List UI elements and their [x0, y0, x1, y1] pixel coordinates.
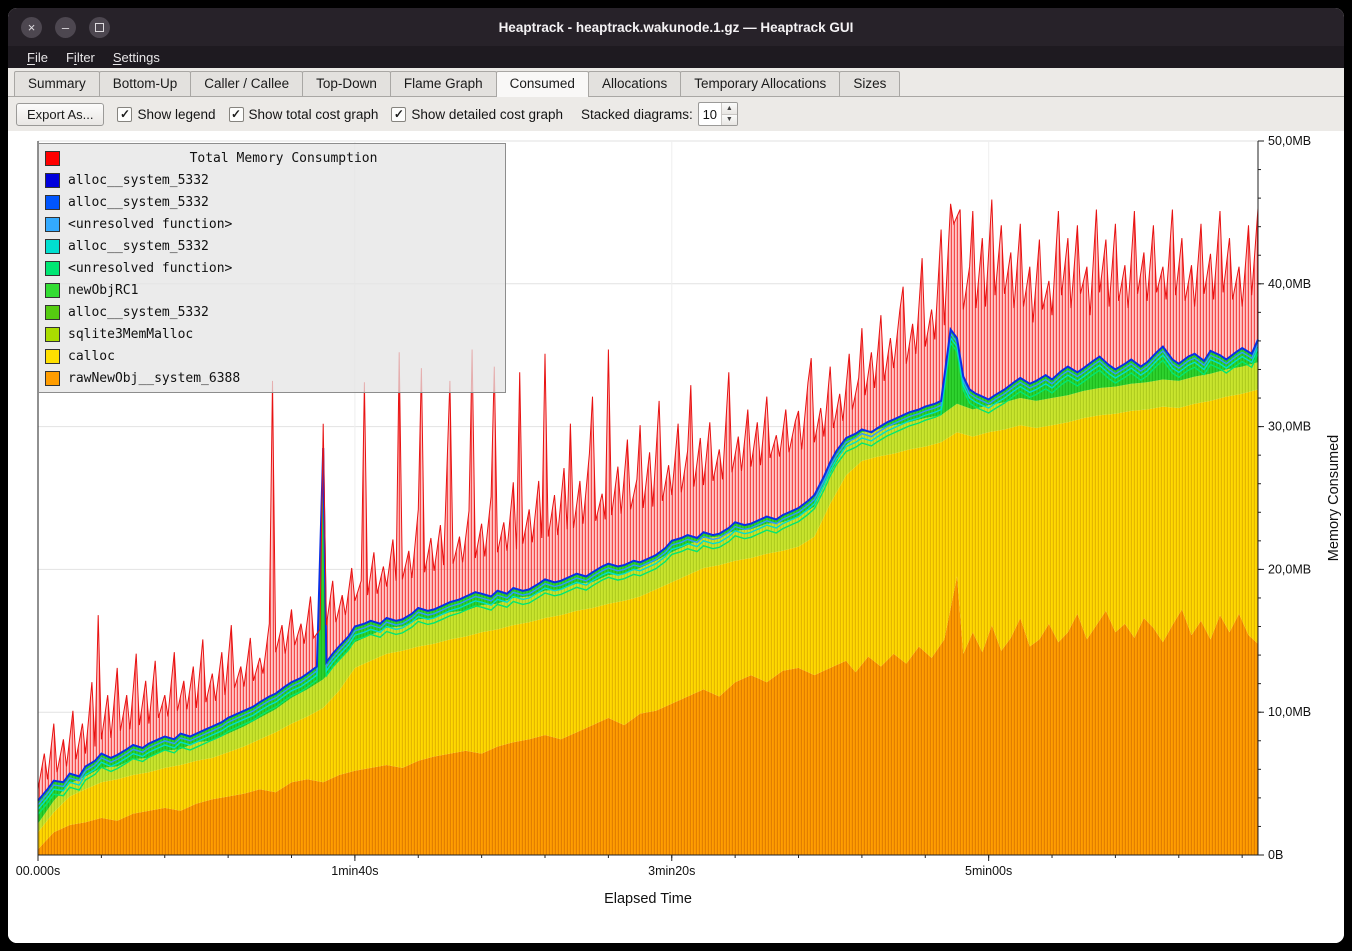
- x-axis-title: Elapsed Time: [604, 891, 692, 907]
- legend-swatch: [45, 371, 60, 386]
- checkbox-label: Show legend: [137, 107, 215, 122]
- window-buttons: × –: [21, 17, 110, 38]
- checkbox-label: Show total cost graph: [249, 107, 379, 122]
- legend-item-alloc-system-5332: alloc__system_5332: [41, 235, 503, 257]
- legend-item-rawnewobj-system-6388: rawNewObj__system_6388: [41, 367, 503, 389]
- legend-swatch: [45, 239, 60, 254]
- tab-sizes[interactable]: Sizes: [839, 71, 900, 96]
- tab-flame-graph[interactable]: Flame Graph: [390, 71, 497, 96]
- y-tick-label: 50,0MB: [1268, 134, 1311, 148]
- x-tick-label: 5min00s: [965, 864, 1012, 878]
- legend-swatch: [45, 349, 60, 364]
- chart-legend: Total Memory Consumption alloc__system_53…: [38, 143, 506, 393]
- chart-area: 00.000s 1min40s 3min20s 5min00s 0B 10,0MB 20,0…: [8, 131, 1344, 943]
- app-window: × – Heaptrack - heaptrack.wakunode.1.gz …: [8, 8, 1344, 943]
- x-tick-label: 00.000s: [16, 864, 60, 878]
- legend-swatch: [45, 305, 60, 320]
- checkbox-label: Show detailed cost graph: [411, 107, 563, 122]
- checkbox-box[interactable]: ✓: [117, 107, 132, 122]
- y-tick-label: 10,0MB: [1268, 705, 1311, 719]
- legend-item-alloc-system-5332: alloc__system_5332: [41, 191, 503, 213]
- y-tick-label: 20,0MB: [1268, 562, 1311, 576]
- legend-item-newobjrc1: newObjRC1: [41, 279, 503, 301]
- legend-label: alloc__system_5332: [68, 173, 209, 188]
- legend-label: <unresolved function>: [68, 261, 232, 276]
- checkbox-show-total-cost-graph[interactable]: ✓ Show total cost graph: [229, 107, 379, 122]
- stacked-diagrams-value[interactable]: 10: [699, 103, 721, 125]
- y-tick-label: 0B: [1268, 848, 1283, 862]
- checkbox-box[interactable]: ✓: [391, 107, 406, 122]
- maximize-button[interactable]: [89, 17, 110, 38]
- legend-item-calloc: calloc: [41, 345, 503, 367]
- legend-label: newObjRC1: [68, 283, 138, 298]
- spinner-down-icon[interactable]: ▼: [722, 114, 737, 126]
- legend-label: calloc: [68, 349, 115, 364]
- tab-allocations[interactable]: Allocations: [588, 71, 681, 96]
- toolbar-checkboxes: ✓ Show legend ✓ Show total cost graph ✓ Show …: [104, 105, 563, 123]
- close-button[interactable]: ×: [21, 17, 42, 38]
- checkbox-box[interactable]: ✓: [229, 107, 244, 122]
- x-tick-label: 3min20s: [648, 864, 695, 878]
- maximize-icon: [95, 23, 104, 32]
- legend-label: alloc__system_5332: [68, 305, 209, 320]
- menu-filter[interactable]: Filter: [57, 48, 104, 67]
- toolbar: Export As... ✓ Show legend ✓ Show total cos…: [8, 97, 1344, 131]
- window-title: Heaptrack - heaptrack.wakunode.1.gz — He…: [8, 20, 1344, 35]
- legend-item-alloc-system-5332: alloc__system_5332: [41, 169, 503, 191]
- tab-summary[interactable]: Summary: [14, 71, 100, 96]
- legend-swatch: [45, 173, 60, 188]
- legend-label: sqlite3MemMalloc: [68, 327, 193, 342]
- legend-label: Total Memory Consumption: [68, 151, 499, 166]
- minimize-icon: –: [62, 21, 69, 34]
- checkbox-show-legend[interactable]: ✓ Show legend: [117, 107, 215, 122]
- x-tick-label: 1min40s: [331, 864, 378, 878]
- tab-bar: SummaryBottom-UpCaller / CalleeTop-DownF…: [8, 68, 1344, 97]
- legend-label: <unresolved function>: [68, 217, 232, 232]
- minimize-button[interactable]: –: [55, 17, 76, 38]
- stacked-diagrams-spinbox[interactable]: 10 ▲ ▼: [698, 102, 738, 126]
- legend-label: alloc__system_5332: [68, 239, 209, 254]
- tab-temporary-allocations[interactable]: Temporary Allocations: [680, 71, 840, 96]
- checkbox-show-detailed-cost-graph[interactable]: ✓ Show detailed cost graph: [391, 107, 563, 122]
- legend-label: rawNewObj__system_6388: [68, 371, 240, 386]
- legend-swatch: [45, 195, 60, 210]
- legend-item-unresolved-function: <unresolved function>: [41, 213, 503, 235]
- y-tick-label: 40,0MB: [1268, 277, 1311, 291]
- desktop-background: × – Heaptrack - heaptrack.wakunode.1.gz …: [0, 0, 1352, 951]
- legend-item-unresolved-function: <unresolved function>: [41, 257, 503, 279]
- menu-file[interactable]: File: [18, 48, 57, 67]
- legend-swatch: [45, 151, 60, 166]
- close-icon: ×: [28, 21, 36, 34]
- legend-swatch: [45, 327, 60, 342]
- tab-bottom-up[interactable]: Bottom-Up: [99, 71, 192, 96]
- legend-item-alloc-system-5332: alloc__system_5332: [41, 301, 503, 323]
- y-tick-label: 30,0MB: [1268, 420, 1311, 434]
- menubar: FileFilterSettings: [8, 46, 1344, 68]
- menu-settings[interactable]: Settings: [104, 48, 169, 67]
- tab-caller-callee[interactable]: Caller / Callee: [190, 71, 303, 96]
- legend-item-total-memory-consumption: Total Memory Consumption: [41, 147, 503, 169]
- spinner-up-icon[interactable]: ▲: [722, 103, 737, 114]
- legend-swatch: [45, 217, 60, 232]
- legend-label: alloc__system_5332: [68, 195, 209, 210]
- legend-swatch: [45, 261, 60, 276]
- legend-item-sqlite3memmalloc: sqlite3MemMalloc: [41, 323, 503, 345]
- tab-top-down[interactable]: Top-Down: [302, 71, 391, 96]
- legend-swatch: [45, 283, 60, 298]
- export-button[interactable]: Export As...: [16, 103, 104, 126]
- spinner-buttons: ▲ ▼: [721, 103, 737, 125]
- titlebar[interactable]: × – Heaptrack - heaptrack.wakunode.1.gz …: [8, 8, 1344, 46]
- tab-consumed[interactable]: Consumed: [496, 71, 589, 97]
- y-axis-title: Memory Consumed: [1326, 435, 1342, 562]
- stacked-diagrams-label: Stacked diagrams:: [581, 107, 693, 122]
